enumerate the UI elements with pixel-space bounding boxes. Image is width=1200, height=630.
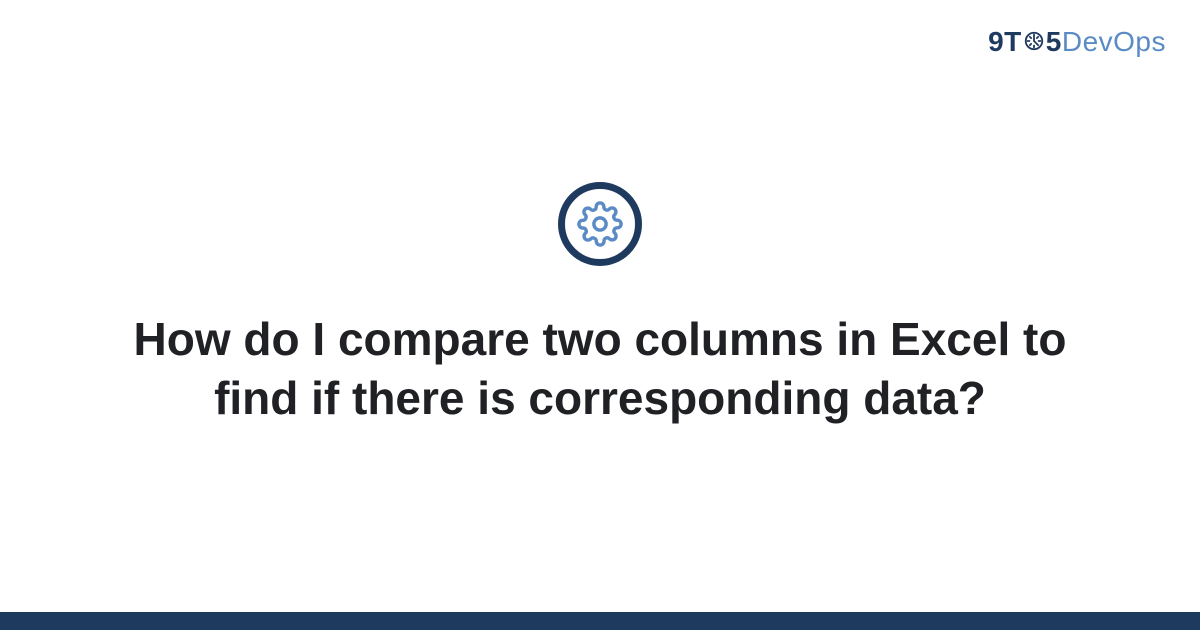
footer-bar: [0, 612, 1200, 630]
logo-text-2: 5: [1046, 26, 1062, 57]
gear-icon: [1023, 27, 1045, 59]
page-title: How do I compare two columns in Excel to…: [125, 310, 1075, 428]
gear-icon: [577, 201, 623, 247]
main-content: How do I compare two columns in Excel to…: [0, 0, 1200, 630]
logo-text-3: DevOps: [1062, 26, 1166, 57]
logo-text-1: 9T: [988, 26, 1022, 57]
header-icon-circle: [558, 182, 642, 266]
site-logo: 9T 5DevOps: [988, 26, 1166, 59]
